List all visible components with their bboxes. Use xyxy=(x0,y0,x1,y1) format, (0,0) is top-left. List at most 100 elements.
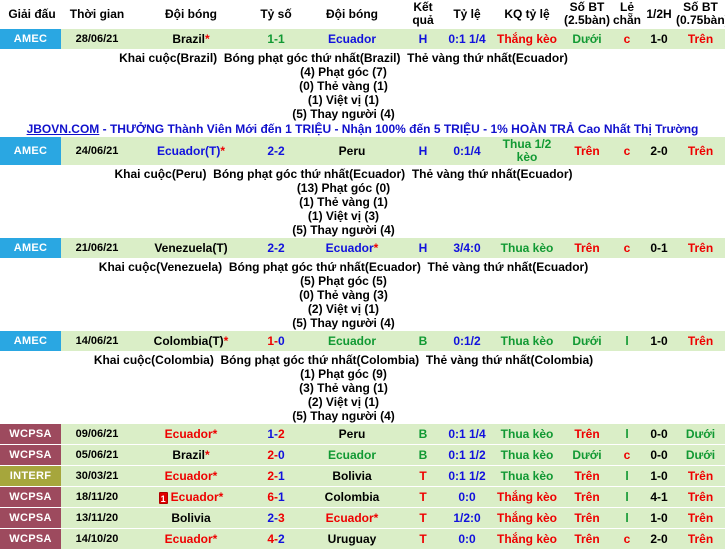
home-team[interactable]: Ecuador* xyxy=(130,532,252,547)
header-halftime-score: 1/2H xyxy=(646,6,672,21)
header-total-goals-2-5: Số BT (2.5bàn) xyxy=(563,0,610,27)
match-row: AMEC 21/06/21 Venezuela(T) 2-2 Ecuador* … xyxy=(0,238,725,259)
league-badge[interactable]: WCPSA xyxy=(0,487,61,507)
away-team[interactable]: Ecuador xyxy=(300,32,404,47)
odd-even-result: c xyxy=(623,447,631,462)
league-badge[interactable]: AMEC xyxy=(0,137,61,165)
home-team-name[interactable]: Ecuador(T) xyxy=(157,144,220,158)
home-team-name[interactable]: Ecuador xyxy=(165,469,213,483)
home-team[interactable]: Brazil* xyxy=(130,32,252,47)
match-row: WCPSA 18/11/20 1 Ecuador* 6-1 Colombia T … xyxy=(0,487,725,508)
away-team[interactable]: Peru xyxy=(300,427,404,442)
league-cell: WCPSA xyxy=(0,445,64,465)
match-date: 14/10/20 xyxy=(75,532,119,545)
fulltime-score: 2-1 xyxy=(252,469,300,484)
away-team[interactable]: Colombia xyxy=(300,490,404,505)
away-team-name[interactable]: Colombia xyxy=(325,490,380,504)
away-team-name[interactable]: Ecuador xyxy=(328,334,376,348)
home-team-name[interactable]: Ecuador xyxy=(165,427,213,441)
handicap-result: Thua kèo xyxy=(500,333,554,348)
halftime-score: 2-0 xyxy=(650,531,668,546)
halftime-score: 4-1 xyxy=(650,489,668,504)
match-stat-line: (2) Việt vị (1) xyxy=(307,395,380,409)
league-badge[interactable]: WCPSA xyxy=(0,445,61,465)
over-under-0-75: Dưới xyxy=(685,426,716,441)
home-team[interactable]: Ecuador(T)* xyxy=(130,144,252,159)
home-team[interactable]: Bolivia xyxy=(130,511,252,526)
handicap-result: Thua kèo xyxy=(500,426,554,441)
league-cell: AMEC xyxy=(0,29,64,49)
handicap-odds: 3/4:0 xyxy=(453,240,481,255)
away-team[interactable]: Ecuador* xyxy=(300,511,404,526)
league-badge[interactable]: WCPSA xyxy=(0,424,61,444)
odd-even-result: l xyxy=(625,426,629,441)
away-goals: 2 xyxy=(278,531,285,546)
handicap-odds: 0:1/2 xyxy=(453,333,481,348)
home-team-name[interactable]: Bolivia xyxy=(171,511,210,525)
match-detail-block: Khai cuộc(Venezuela) Bóng phạt góc thứ n… xyxy=(0,259,725,331)
home-team-name[interactable]: Colombia(T) xyxy=(154,334,224,348)
away-team[interactable]: Ecuador xyxy=(300,334,404,349)
away-team-name[interactable]: Ecuador xyxy=(328,448,376,462)
home-team[interactable]: Ecuador* xyxy=(130,427,252,442)
over-under-2-5: Trên xyxy=(574,240,600,255)
away-team-name[interactable]: Ecuador xyxy=(326,241,374,255)
handicap-odds: 0:1 1/4 xyxy=(448,426,486,441)
away-team-name[interactable]: Peru xyxy=(339,144,366,158)
away-team[interactable]: Peru xyxy=(300,144,404,159)
league-badge[interactable]: WCPSA xyxy=(0,508,61,528)
odd-even-result: c xyxy=(623,143,631,158)
table-header: Giải đấu Thời gian Đội bóng Tỷ số Đội bó… xyxy=(0,0,725,29)
home-goals: 2 xyxy=(267,240,274,255)
home-team-star-icon: * xyxy=(220,143,225,158)
header-score: Tỷ số xyxy=(260,6,292,21)
league-badge[interactable]: INTERF xyxy=(0,466,61,486)
handicap-odds: 0:1/4 xyxy=(453,143,481,158)
league-badge[interactable]: AMEC xyxy=(0,29,61,49)
header-result: Kết quả xyxy=(412,0,434,27)
match-stat-line: Khai cuộc(Venezuela) Bóng phạt góc thứ n… xyxy=(98,260,589,274)
league-badge[interactable]: AMEC xyxy=(0,238,61,258)
promo-banner: JBOVN.COM - THƯỞNG Thành Viên Mới đến 1 … xyxy=(0,122,725,137)
home-team-name[interactable]: Brazil xyxy=(172,32,205,46)
promo-link[interactable]: JBOVN.COM xyxy=(27,122,100,136)
home-team-name[interactable]: Venezuela(T) xyxy=(154,241,227,255)
away-team[interactable]: Uruguay xyxy=(300,532,404,547)
away-team[interactable]: Bolivia xyxy=(300,469,404,484)
over-under-2-5: Trên xyxy=(574,143,600,158)
home-team-name[interactable]: Brazil xyxy=(172,448,205,462)
home-team[interactable]: Ecuador* xyxy=(130,469,252,484)
away-team[interactable]: Ecuador xyxy=(300,448,404,463)
match-stat-line: (5) Thay người (4) xyxy=(292,223,395,237)
over-under-0-75: Trên xyxy=(687,240,714,255)
away-team[interactable]: Ecuador* xyxy=(300,241,404,256)
home-team[interactable]: 1 Ecuador* xyxy=(130,490,252,505)
over-under-2-5: Trên xyxy=(574,468,600,483)
home-team[interactable]: Venezuela(T) xyxy=(130,241,252,256)
home-goals: 1 xyxy=(267,426,274,441)
league-badge[interactable]: AMEC xyxy=(0,331,61,351)
away-team-name[interactable]: Peru xyxy=(339,427,366,441)
odd-even-result: c xyxy=(623,31,631,46)
fulltime-score: 1-1 xyxy=(252,32,300,47)
handicap-result: Thắng kèo xyxy=(496,489,557,504)
away-team-name[interactable]: Ecuador xyxy=(326,511,374,525)
result-letter: T xyxy=(419,489,427,504)
handicap-result: Thua kèo xyxy=(500,468,554,483)
home-goals: 4 xyxy=(267,531,274,546)
fulltime-score: 1-0 xyxy=(252,334,300,349)
league-cell: AMEC xyxy=(0,331,64,351)
match-date: 14/06/21 xyxy=(75,334,119,347)
away-team-name[interactable]: Bolivia xyxy=(332,469,371,483)
away-team-name[interactable]: Uruguay xyxy=(328,532,377,546)
result-letter: B xyxy=(418,426,428,441)
home-team-name[interactable]: Ecuador xyxy=(171,490,219,504)
league-cell: WCPSA xyxy=(0,529,64,549)
header-total-goals-0-75: Số BT (0.75bàn) xyxy=(676,0,725,27)
away-team-name[interactable]: Ecuador xyxy=(328,32,376,46)
league-badge[interactable]: WCPSA xyxy=(0,529,61,549)
home-team[interactable]: Brazil* xyxy=(130,448,252,463)
home-team[interactable]: Colombia(T)* xyxy=(130,334,252,349)
home-team-name[interactable]: Ecuador xyxy=(165,532,213,546)
league-cell: AMEC xyxy=(0,137,64,165)
